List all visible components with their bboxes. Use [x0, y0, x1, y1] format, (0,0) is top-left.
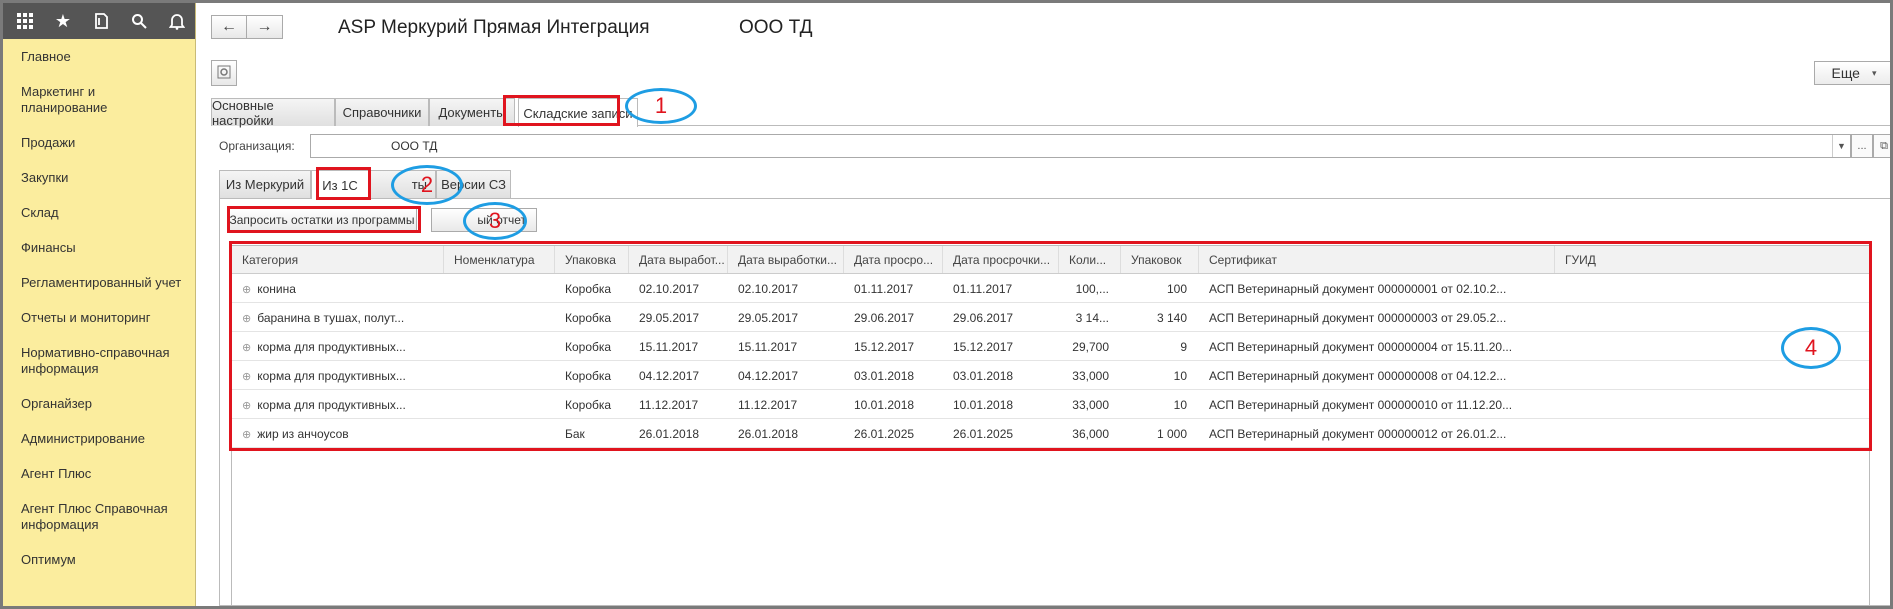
annotation-marker-3: 3	[463, 202, 527, 240]
sub-tabs: Из Меркурий Из 1С ты Версии СЗ	[219, 170, 1890, 199]
more-button-label: Еще	[1831, 65, 1860, 81]
apps-grid-icon[interactable]	[13, 9, 37, 33]
annotation-number: 1	[654, 93, 668, 118]
annotation-number: 2	[420, 172, 434, 197]
annotation-number: 4	[1804, 335, 1818, 360]
annotation-marker-1: 1	[625, 88, 697, 124]
sidebar-toolbar: ★	[3, 3, 195, 39]
sidebar-item-reference-info[interactable]: Нормативно-справочная информация	[3, 345, 195, 377]
sidebar-menu: Главное Маркетинг и планирование Продажи…	[3, 39, 195, 568]
annotation-box-4	[229, 241, 1872, 451]
main-tabs: Основные настройки Справочники Документы…	[211, 98, 1890, 128]
annotation-marker-2: 2	[391, 165, 463, 205]
annotation-box-3	[227, 206, 421, 233]
organization-title: ООО ТД	[739, 17, 813, 38]
tab-from-mercury[interactable]: Из Меркурий	[219, 170, 311, 198]
sidebar-item-agent-plus[interactable]: Агент Плюс	[3, 466, 195, 482]
sidebar: ★ Главное Маркетинг и планирование Прода…	[3, 3, 196, 606]
sidebar-item-finance[interactable]: Финансы	[3, 240, 195, 256]
app-window: ★ Главное Маркетинг и планирование Прода…	[3, 3, 1890, 606]
back-button[interactable]: ←	[211, 15, 247, 39]
sidebar-item-regulated-accounting[interactable]: Регламентированный учет	[3, 275, 195, 291]
history-nav: ← →	[211, 15, 283, 39]
gear-icon	[217, 65, 231, 82]
annotation-box-1	[503, 95, 620, 126]
arrow-right-icon: →	[256, 18, 273, 35]
sidebar-item-agent-plus-reference[interactable]: Агент Плюс Справочная информация	[3, 501, 195, 533]
organization-field[interactable]: ООО ТД ▼	[310, 134, 1851, 158]
search-icon[interactable]	[127, 9, 151, 33]
sidebar-item-optimum[interactable]: Оптимум	[3, 552, 195, 568]
chevron-down-icon[interactable]: ▼	[1832, 135, 1850, 157]
organization-label: Организация:	[219, 139, 295, 153]
sidebar-item-reports[interactable]: Отчеты и мониторинг	[3, 310, 195, 326]
more-button[interactable]: Еще ▾	[1814, 61, 1890, 85]
annotation-marker-4: 4	[1781, 327, 1841, 369]
arrow-left-icon: ←	[221, 18, 237, 35]
main-content: ← → ASP Меркурий Прямая Интеграция ООО Т…	[197, 3, 1890, 606]
bell-icon[interactable]	[165, 9, 189, 33]
forward-button[interactable]: →	[247, 15, 283, 39]
organization-select-button[interactable]: ...	[1851, 134, 1873, 158]
form-settings-button[interactable]	[211, 60, 237, 86]
sidebar-item-administration[interactable]: Администрирование	[3, 431, 195, 447]
organization-value: ООО ТД	[391, 139, 438, 153]
sidebar-item-sales[interactable]: Продажи	[3, 135, 195, 151]
open-window-icon: ⧉	[1880, 139, 1888, 152]
sidebar-item-organizer[interactable]: Органайзер	[3, 396, 195, 412]
sidebar-item-marketing[interactable]: Маркетинг и планирование	[3, 84, 195, 116]
history-icon[interactable]	[89, 9, 113, 33]
annotation-box-2	[316, 167, 371, 200]
organization-open-button[interactable]: ⧉	[1873, 134, 1890, 158]
sidebar-item-main[interactable]: Главное	[3, 49, 195, 65]
sidebar-item-warehouse[interactable]: Склад	[3, 205, 195, 221]
tab-references[interactable]: Справочники	[335, 98, 429, 126]
chevron-down-icon: ▾	[1871, 67, 1877, 78]
page-title: ASP Меркурий Прямая Интеграция	[338, 17, 650, 38]
tab-main-settings[interactable]: Основные настройки	[211, 98, 335, 128]
annotation-number: 3	[488, 208, 502, 233]
sidebar-item-purchases[interactable]: Закупки	[3, 170, 195, 186]
star-icon[interactable]: ★	[51, 9, 75, 33]
